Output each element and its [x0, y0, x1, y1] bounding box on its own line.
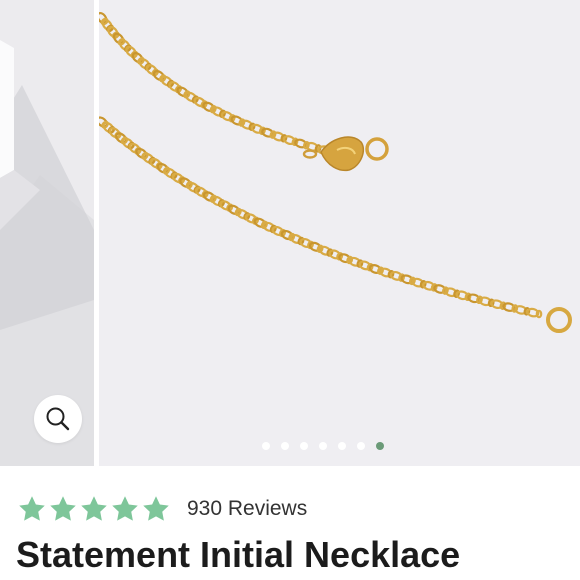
- carousel-dot[interactable]: [300, 442, 308, 450]
- carousel-dot[interactable]: [357, 442, 365, 450]
- carousel-pagination: [262, 440, 384, 452]
- product-info: 930 Reviews Statement Initial Necklace: [0, 466, 580, 580]
- star-rating[interactable]: [17, 494, 171, 524]
- carousel-dot[interactable]: [281, 442, 289, 450]
- star-icon: [81, 496, 107, 521]
- carousel-dot[interactable]: [319, 442, 327, 450]
- magnifier-icon: [46, 407, 70, 431]
- product-image-gallery[interactable]: [0, 0, 580, 466]
- gold-chain-necklace-photo: [99, 0, 580, 466]
- star-icon: [112, 496, 138, 521]
- carousel-dot-active[interactable]: [376, 442, 384, 450]
- product-title: Statement Initial Necklace: [16, 534, 461, 575]
- carousel-dot[interactable]: [338, 442, 346, 450]
- jewelry-box-photo: [0, 0, 94, 466]
- reviews-link[interactable]: 930 Reviews: [187, 497, 307, 521]
- star-icon: [143, 496, 169, 521]
- star-icon: [50, 496, 76, 521]
- zoom-button[interactable]: [34, 395, 82, 443]
- carousel-dot[interactable]: [262, 442, 270, 450]
- previous-product-image[interactable]: [0, 0, 94, 466]
- rating-row: 930 Reviews: [17, 494, 307, 524]
- star-icon: [19, 496, 45, 521]
- main-product-image[interactable]: [99, 0, 580, 466]
